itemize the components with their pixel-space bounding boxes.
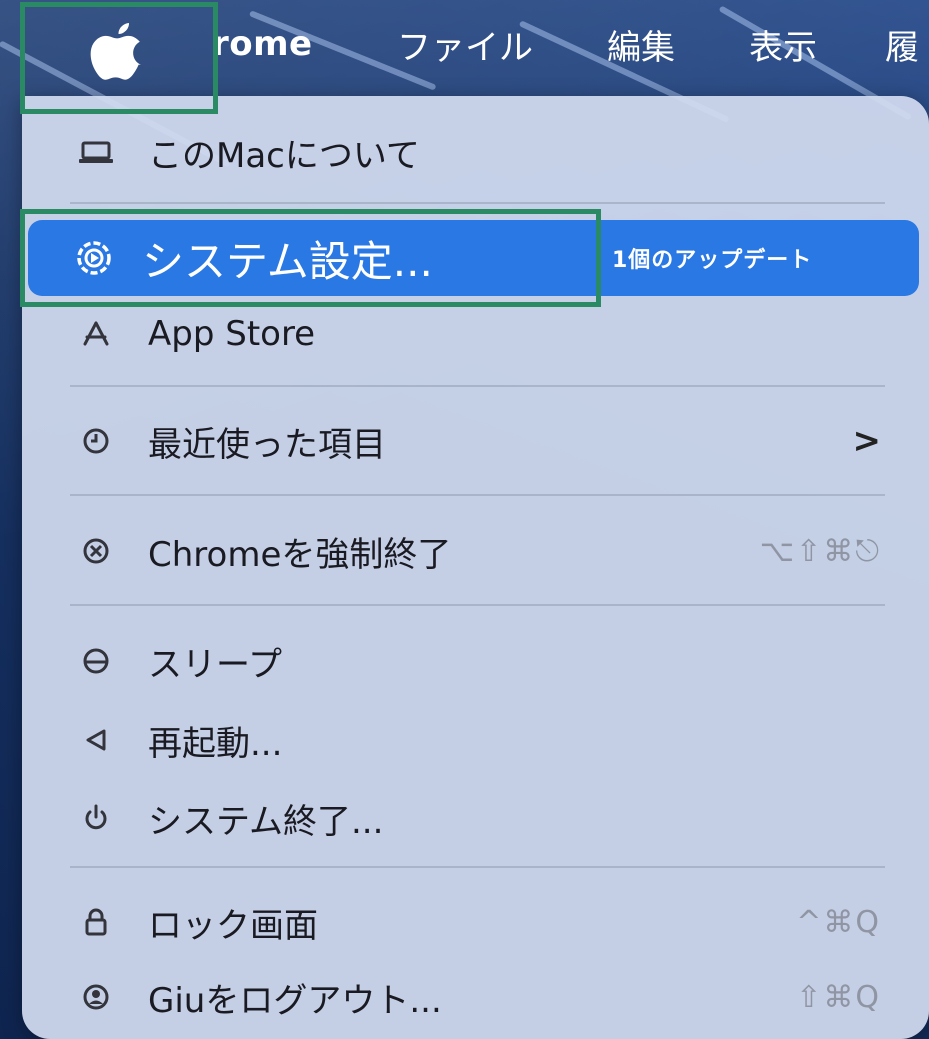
menu-separator: [70, 385, 885, 387]
menu-separator: [70, 866, 885, 868]
keyboard-shortcut: ⌥⇧⌘⎋: [759, 533, 881, 569]
menu-separator: [70, 604, 885, 606]
sleep-icon: [74, 639, 118, 683]
menubar-app-name[interactable]: rome: [212, 24, 313, 64]
menu-item-label: Giuをログアウト...: [148, 980, 442, 1021]
chevron-right-icon: >: [852, 421, 882, 461]
menu-item-force-quit[interactable]: Chromeを強制終了 ⌥⇧⌘⎋: [22, 516, 929, 586]
menu-item-label: システム終了...: [148, 801, 384, 842]
menu-item-about-this-mac[interactable]: このMacについて: [22, 117, 929, 187]
restart-icon: [74, 718, 118, 762]
menu-item-label: このMacについて: [148, 135, 420, 176]
keyboard-shortcut: ^⌘Q: [796, 904, 881, 940]
apple-logo-icon: [90, 23, 141, 80]
menu-item-lock-screen[interactable]: ロック画面 ^⌘Q: [22, 887, 929, 957]
menu-item-log-out[interactable]: Giuをログアウト... ⇧⌘Q: [22, 962, 929, 1032]
power-icon: [74, 796, 118, 840]
settings-icon: [72, 236, 116, 280]
menu-item-label: Chromeを強制終了: [148, 534, 452, 575]
update-badge: 1個のアップデート: [612, 248, 813, 273]
force-quit-icon: [74, 529, 118, 573]
menu-item-label: ロック画面: [148, 905, 318, 946]
menu-bar: rome ファイル 編集 表示 履: [0, 0, 929, 96]
user-icon: [74, 975, 118, 1019]
menu-item-label: スリープ: [148, 644, 282, 685]
menubar-view[interactable]: 表示: [749, 20, 817, 69]
menu-item-label: システム設定...: [142, 236, 433, 286]
menu-item-system-settings[interactable]: システム設定... 1個のアップデート: [28, 220, 919, 296]
keyboard-shortcut: ⇧⌘Q: [796, 979, 881, 1015]
menu-separator: [70, 202, 885, 204]
lock-icon: [74, 900, 118, 944]
laptop-icon: [74, 130, 118, 174]
menu-item-shutdown[interactable]: システム終了...: [22, 783, 929, 853]
menu-item-app-store[interactable]: App Store: [22, 299, 929, 369]
menu-item-label: 最近使った項目: [148, 424, 386, 465]
menu-item-restart[interactable]: 再起動...: [22, 705, 929, 775]
menu-separator: [70, 494, 885, 496]
menu-item-label: 再起動...: [148, 723, 283, 764]
menubar-file[interactable]: ファイル: [397, 20, 533, 69]
apple-dropdown-menu: このMacについて システム設定... 1個のアップデート App Store …: [22, 96, 929, 1039]
menubar-history[interactable]: 履: [885, 20, 919, 69]
menu-item-sleep[interactable]: スリープ: [22, 626, 929, 696]
menubar-edit[interactable]: 編集: [607, 20, 675, 69]
clock-icon: [74, 419, 118, 463]
app-store-icon: [74, 312, 118, 356]
menu-item-recent-items[interactable]: 最近使った項目 >: [22, 406, 929, 476]
menu-item-label: App Store: [148, 314, 316, 354]
